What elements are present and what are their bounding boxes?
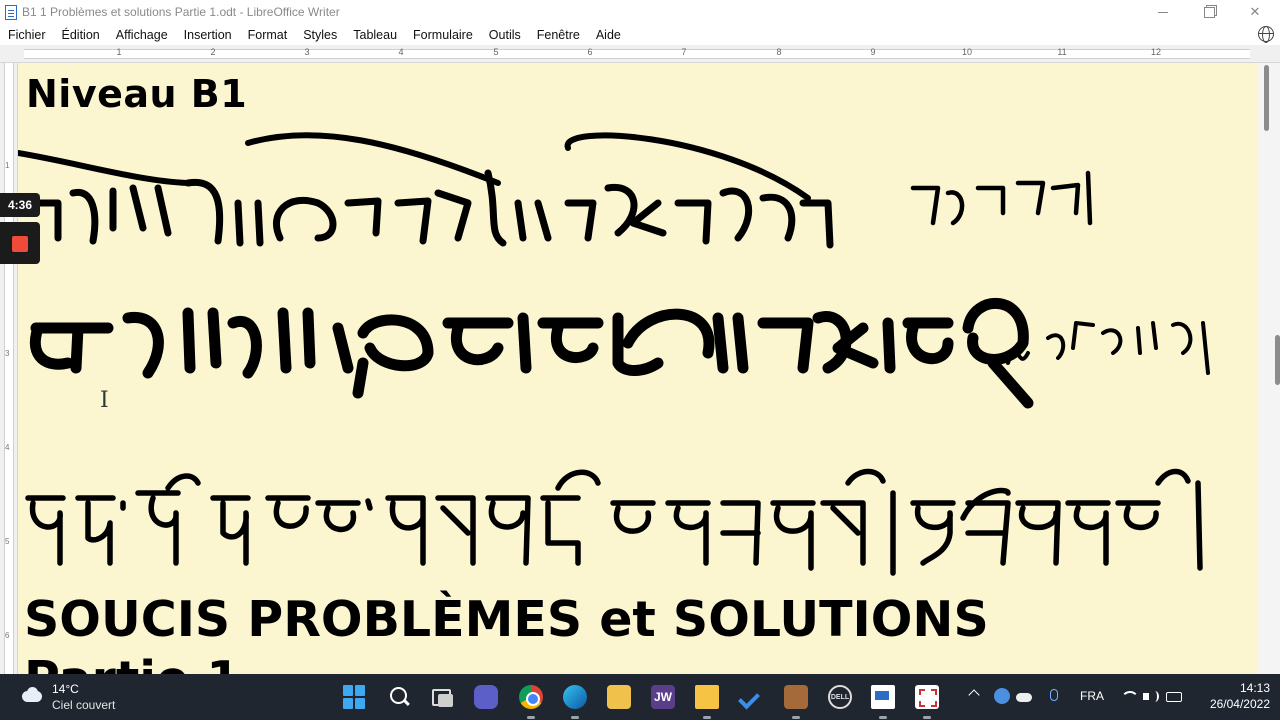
running-indicator (879, 716, 887, 719)
vruler-number: 1 (5, 161, 10, 170)
clock-date[interactable]: 26/04/2022 (1200, 697, 1270, 711)
recording-timer: 4:36 (0, 193, 40, 217)
archive-app-icon[interactable] (784, 685, 808, 709)
ruler-number: 12 (1150, 47, 1162, 57)
ruler-number: 9 (870, 47, 876, 57)
running-indicator (527, 716, 535, 719)
snipping-tool-icon[interactable] (915, 685, 939, 709)
screen: B1 1 Problèmes et solutions Partie 1.odt… (0, 0, 1280, 720)
task-view-icon[interactable] (431, 685, 455, 709)
file-explorer-icon[interactable] (607, 685, 631, 709)
ruler-number: 6 (587, 47, 593, 57)
weather-temperature[interactable]: 14°C (52, 682, 79, 696)
ruler-number: 1 (116, 47, 122, 57)
minimize-button[interactable] (1140, 0, 1186, 24)
search-icon[interactable] (388, 685, 412, 709)
menu-tableau[interactable]: Tableau (345, 28, 405, 42)
heading-main: SOUCIS PROBLÈMES et SOLUTIONS (24, 591, 989, 648)
libreoffice-writer-icon[interactable] (871, 685, 895, 709)
sidebar-handle[interactable] (1275, 335, 1280, 385)
writer-document-icon (5, 4, 17, 20)
ruler-number: 5 (493, 47, 499, 57)
language-indicator[interactable]: FRA (1080, 689, 1104, 703)
menu-aide[interactable]: Aide (588, 28, 629, 42)
menu-styles[interactable]: Styles (295, 28, 345, 42)
microphone-icon[interactable] (1045, 688, 1061, 704)
menu-format[interactable]: Format (240, 28, 296, 42)
vruler-number: 5 (5, 537, 10, 546)
ruler-number: 2 (210, 47, 216, 57)
ruler-number: 3 (304, 47, 310, 57)
chrome-icon[interactable] (519, 685, 543, 709)
menu-affichage[interactable]: Affichage (108, 28, 176, 42)
onedrive-cloud-icon[interactable] (1016, 688, 1032, 704)
window-title: B1 1 Problèmes et solutions Partie 1.odt… (22, 5, 340, 19)
title-bar: B1 1 Problèmes et solutions Partie 1.odt… (0, 0, 1280, 24)
wifi-icon[interactable] (1120, 688, 1139, 704)
clock-time[interactable]: 14:13 (1200, 681, 1270, 695)
folder-icon[interactable] (695, 685, 719, 709)
scrollbar-thumb[interactable] (1264, 65, 1269, 131)
todo-check-icon[interactable] (739, 685, 763, 709)
vertical-scrollbar[interactable] (1258, 63, 1280, 674)
running-indicator (703, 716, 711, 719)
heading-part: Partie 1 (24, 651, 240, 674)
vruler-number: 4 (5, 443, 10, 452)
menu-fenetre[interactable]: Fenêtre (529, 28, 588, 42)
taskbar: 14°C Ciel couvert JW DELL FRA 14:13 26/0… (0, 674, 1280, 720)
dell-icon[interactable]: DELL (828, 685, 852, 709)
running-indicator (923, 716, 931, 719)
menu-edition[interactable]: Édition (54, 28, 108, 42)
close-button[interactable]: ✕ (1232, 0, 1278, 24)
vruler-number: 3 (5, 349, 10, 358)
document-page[interactable]: Niveau B1 I SOUCIS PROBLÈMES et SOLUTION… (18, 63, 1258, 674)
ruler-number: 11 (1057, 47, 1067, 57)
menu-insertion[interactable]: Insertion (176, 28, 240, 42)
restore-button[interactable] (1186, 0, 1232, 24)
menu-formulaire[interactable]: Formulaire (405, 28, 481, 42)
vruler-number: 6 (5, 631, 10, 640)
ruler-number: 4 (398, 47, 404, 57)
teams-chat-icon[interactable] (474, 685, 498, 709)
windows-start-icon[interactable] (343, 685, 367, 709)
ruler-number: 8 (776, 47, 782, 57)
horizontal-ruler[interactable]: 1 2 3 4 5 6 7 8 9 10 11 12 (0, 45, 1280, 63)
printed-tibetan-line (25, 468, 1203, 576)
stop-icon (12, 236, 28, 252)
running-indicator (571, 716, 579, 719)
volume-icon[interactable] (1142, 688, 1159, 704)
menu-fichier[interactable]: Fichier (0, 28, 54, 42)
edge-icon[interactable] (563, 685, 587, 709)
running-indicator (792, 716, 800, 719)
globe-icon[interactable] (1258, 26, 1274, 43)
menu-outils[interactable]: Outils (481, 28, 529, 42)
menu-bar: Fichier Édition Affichage Insertion Form… (0, 24, 1280, 45)
jw-library-icon[interactable]: JW (651, 685, 675, 709)
vruler-track (4, 63, 14, 674)
network-globe-icon[interactable] (994, 688, 1010, 704)
battery-icon[interactable] (1166, 688, 1182, 704)
recording-stop-button[interactable] (0, 222, 40, 264)
cloud-icon[interactable] (20, 687, 44, 705)
chevron-up-icon[interactable] (968, 689, 980, 701)
weather-description[interactable]: Ciel couvert (52, 698, 115, 712)
ruler-number: 10 (961, 47, 973, 57)
vertical-ruler[interactable]: 1 2 3 4 5 6 (0, 63, 18, 674)
ruler-number: 7 (681, 47, 687, 57)
